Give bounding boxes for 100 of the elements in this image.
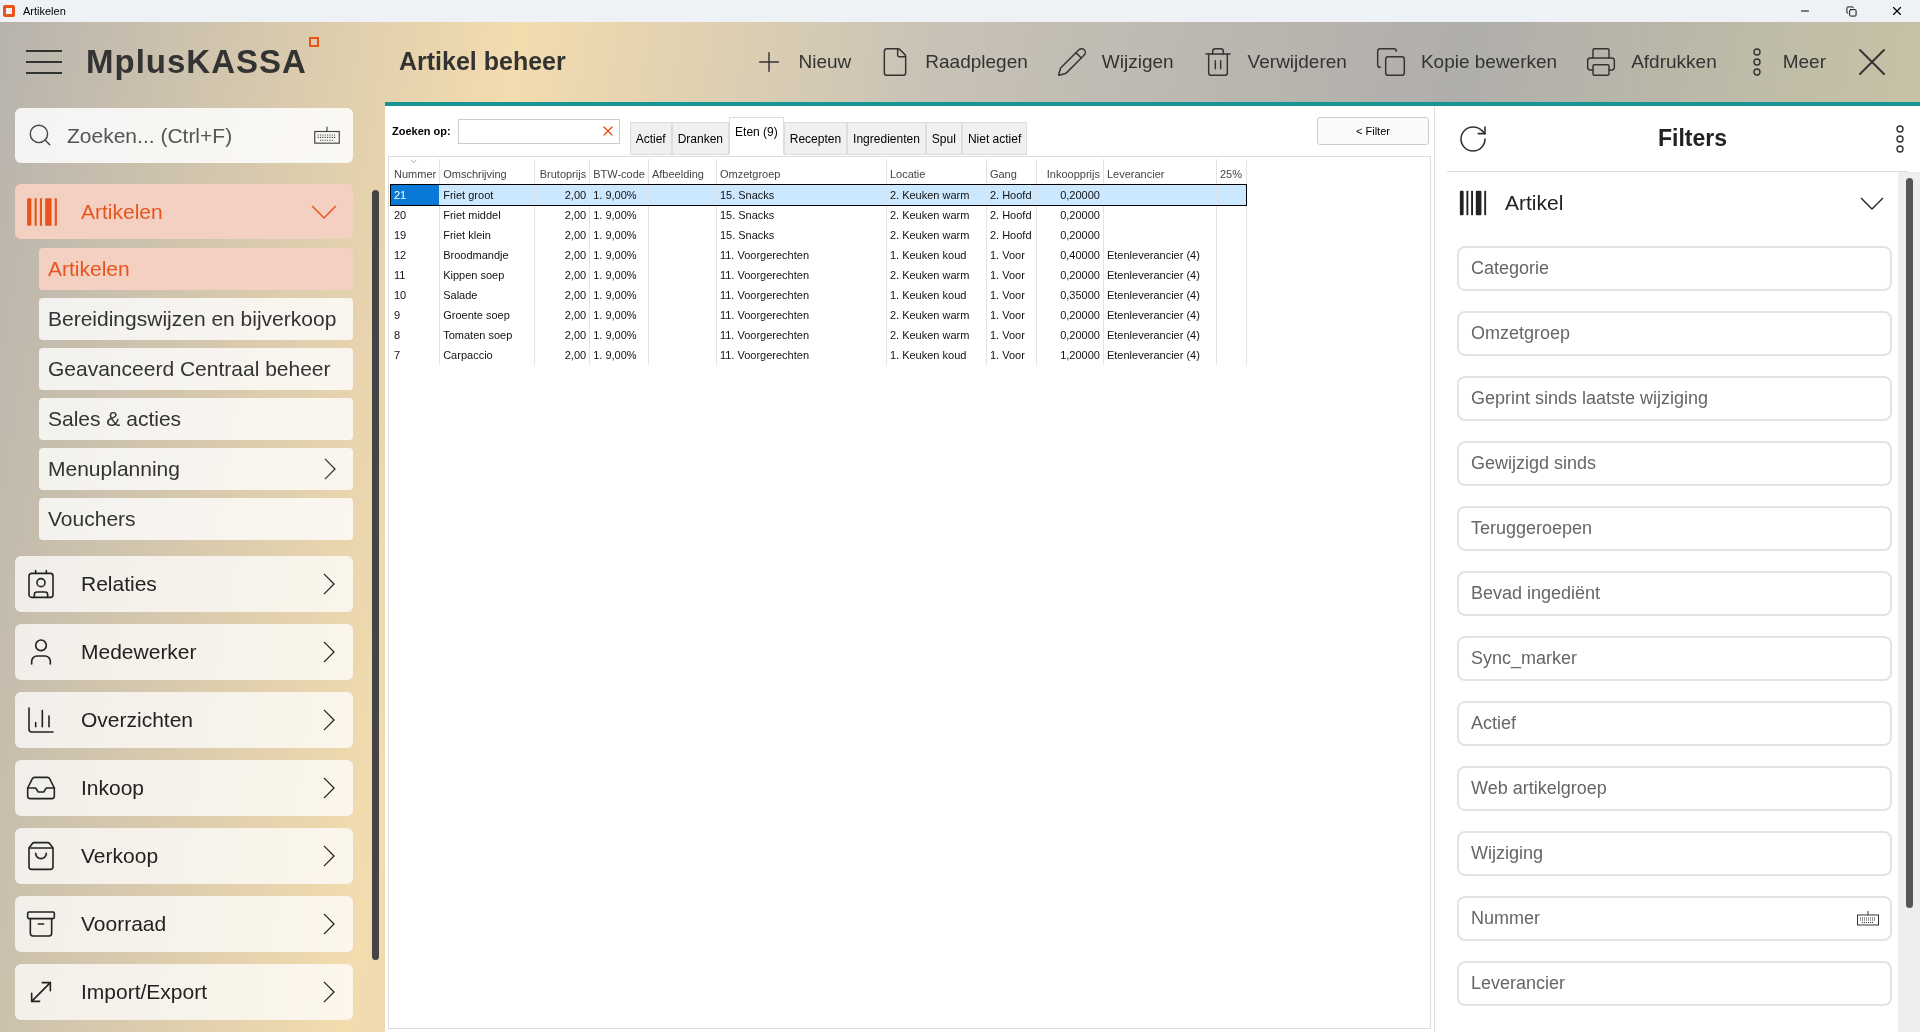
- filter-field[interactable]: Wijziging: [1457, 831, 1892, 876]
- sidebar-item[interactable]: Overzichten: [15, 692, 353, 748]
- scrollbar[interactable]: [372, 190, 379, 960]
- table-cell: 1. 9,00%: [593, 328, 637, 341]
- sidebar-item[interactable]: Relaties: [15, 556, 353, 612]
- filter-field[interactable]: Geprint sinds laatste wijziging: [1457, 376, 1892, 421]
- table-cell: 20: [394, 208, 407, 221]
- box-icon: [25, 908, 57, 940]
- table-cell: 21: [394, 188, 407, 201]
- table-row[interactable]: 11 Kippen soep 2,00 1. 9,00% 11. Voorgerechten 2. Keuken warm 1. Voor 0,20000 Etenleverancier (4): [391, 265, 1247, 285]
- table-cell: 1. Voor: [989, 328, 1025, 341]
- table-cell: Etenleverancier (4): [1106, 308, 1200, 321]
- toolbar-button[interactable]: Wijzigen: [1041, 37, 1188, 87]
- sidebar-item[interactable]: Import/Export: [15, 964, 353, 1020]
- tab[interactable]: Eten (9): [729, 117, 784, 155]
- table-cell: Friet klein: [443, 228, 491, 241]
- submenu-item[interactable]: Sales & acties: [39, 398, 353, 440]
- section-header[interactable]: Artikel: [1457, 172, 1892, 234]
- table-cell: 1. 9,00%: [593, 228, 637, 241]
- filter-field[interactable]: Nummer: [1457, 896, 1892, 941]
- close-icon: [1890, 4, 1904, 18]
- keyboard-icon[interactable]: [313, 125, 341, 145]
- toolbar-button[interactable]: Kopie bewerken: [1360, 37, 1572, 87]
- table-row[interactable]: 12 Broodmandje 2,00 1. 9,00% 11. Voorgerechten 1. Keuken koud 1. Voor 0,40000 Etenleverancier (4): [391, 245, 1247, 265]
- tab[interactable]: Recepten: [783, 122, 848, 155]
- submenu-item[interactable]: Bereidingswijzen en bijverkoop: [39, 298, 353, 340]
- table-cell: Etenleverancier (4): [1106, 328, 1200, 341]
- table-cell: 2. Hoofd: [989, 228, 1032, 241]
- filter-button[interactable]: < Filter: [1317, 117, 1429, 145]
- more-icon: [1752, 48, 1761, 76]
- table-cell: 2,00: [564, 328, 587, 341]
- table-cell: Etenleverancier (4): [1106, 288, 1200, 301]
- toolbar-button[interactable]: Raadplegen: [865, 37, 1042, 87]
- filter-field[interactable]: Gewijzigd sinds: [1457, 441, 1892, 486]
- table-cell: 2. Keuken warm: [889, 268, 970, 281]
- table-cell: Friet groot: [443, 188, 494, 201]
- keyboard-icon[interactable]: [1856, 910, 1880, 926]
- submenu-item[interactable]: Geavanceerd Centraal beheer: [39, 348, 353, 390]
- filter-field[interactable]: Sync_marker: [1457, 636, 1892, 681]
- search-field[interactable]: Zoeken... (Ctrl+F): [15, 108, 353, 163]
- filter-field[interactable]: Bevad ingediënt: [1457, 571, 1892, 616]
- toolbar-button[interactable]: Verwijderen: [1187, 37, 1361, 87]
- table-cell: Tomaten soep: [443, 328, 513, 341]
- table-cell: Kippen soep: [443, 268, 505, 281]
- table-row[interactable]: 9 Groente soep 2,00 1. 9,00% 11. Voorgerechten 2. Keuken warm 1. Voor 0,20000 Etenleverancier (4): [391, 305, 1247, 325]
- sidebar-item[interactable]: Voorraad: [15, 896, 353, 952]
- toolbar-button[interactable]: Nieuw: [738, 37, 866, 87]
- filter-field[interactable]: Web artikelgroep: [1457, 766, 1892, 811]
- table-cell: 1. 9,00%: [593, 248, 637, 261]
- sidebar-item[interactable]: Inkoop: [15, 760, 353, 816]
- filter-field[interactable]: Actief: [1457, 701, 1892, 746]
- tab[interactable]: Dranken: [671, 122, 730, 155]
- sort-icon: [409, 157, 418, 166]
- table-row[interactable]: 21 Friet groot 2,00 1. 9,00% 15. Snacks 2. Keuken warm 2. Hoofd 0,20000: [391, 185, 1247, 205]
- table-cell: 11. Voorgerechten: [719, 328, 810, 341]
- filter-field[interactable]: Teruggeroepen: [1457, 506, 1892, 551]
- table-row[interactable]: 8 Tomaten soep 2,00 1. 9,00% 11. Voorgerechten 2. Keuken warm 1. Voor 0,20000 Etenleverancier (4): [391, 325, 1247, 345]
- scrollbar[interactable]: [1905, 178, 1913, 908]
- table-cell: 11. Voorgerechten: [719, 248, 810, 261]
- table-cell: 11. Voorgerechten: [719, 348, 810, 361]
- table-cell: 15. Snacks: [719, 208, 775, 221]
- chevron-right-icon: [323, 709, 335, 731]
- table-cell: 0,20000: [1060, 268, 1100, 281]
- toolbar-button[interactable]: Afdrukken: [1571, 37, 1731, 87]
- filter-field[interactable]: Leverancier: [1457, 961, 1892, 1006]
- table-row[interactable]: 7 Carpaccio 2,00 1. 9,00% 11. Voorgerechten 1. Keuken koud 1. Voor 1,20000 Etenleverancier (4): [391, 345, 1247, 365]
- table-cell: 1. Voor: [989, 268, 1025, 281]
- barcode-icon: [1457, 188, 1489, 218]
- submenu-item[interactable]: Vouchers: [39, 498, 353, 540]
- tab[interactable]: Spul: [925, 122, 962, 155]
- submenu-item[interactable]: Menuplanning: [39, 448, 353, 490]
- chevron-right-icon: [323, 777, 335, 799]
- sidebar-item[interactable]: Medewerker: [15, 624, 353, 680]
- tab[interactable]: Actief: [629, 122, 672, 155]
- table-cell: 1. Keuken koud: [889, 288, 967, 301]
- table-cell: 2. Keuken warm: [889, 328, 970, 341]
- filter-field[interactable]: Omzetgroep: [1457, 311, 1892, 356]
- table-row[interactable]: 10 Salade 2,00 1. 9,00% 11. Voorgerechten 1. Keuken koud 1. Voor 0,35000 Etenleverancier (4): [391, 285, 1247, 305]
- menu-button[interactable]: [26, 47, 62, 77]
- table-cell: 19: [394, 228, 407, 241]
- search-label: Zoeken op:: [392, 123, 451, 139]
- filters-title: Filters: [1657, 124, 1728, 154]
- table-row[interactable]: 19 Friet klein 2,00 1. 9,00% 15. Snacks 2. Keuken warm 2. Hoofd 0,20000: [391, 225, 1247, 245]
- restore-icon: [1845, 5, 1857, 17]
- table-cell: Etenleverancier (4): [1106, 248, 1200, 261]
- more-button[interactable]: [1896, 124, 1904, 153]
- filter-field[interactable]: Categorie: [1457, 246, 1892, 291]
- table-cell: 1. Voor: [989, 348, 1025, 361]
- table-cell: 12: [394, 248, 407, 261]
- sidebar-item[interactable]: Verkoop: [15, 828, 353, 884]
- table-cell: 1. Voor: [989, 288, 1025, 301]
- table-cell: 0,20000: [1060, 208, 1100, 221]
- logo-mark-icon: [308, 37, 319, 48]
- table-row[interactable]: 20 Friet middel 2,00 1. 9,00% 15. Snacks 2. Keuken warm 2. Hoofd 0,20000: [391, 205, 1247, 225]
- table-cell: 2. Hoofd: [989, 208, 1032, 221]
- table-cell: 1. Keuken koud: [889, 348, 967, 361]
- tab[interactable]: Niet actief: [961, 122, 1028, 155]
- search-input[interactable]: [457, 119, 620, 144]
- tab[interactable]: Ingredienten: [847, 122, 926, 155]
- toolbar-button[interactable]: Meer: [1730, 37, 1840, 87]
